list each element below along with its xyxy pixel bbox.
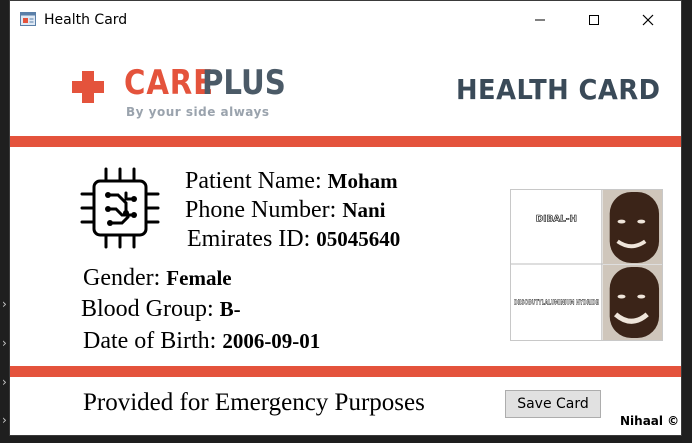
edge-chevron: › bbox=[2, 413, 7, 427]
gender-field: Gender: Female bbox=[83, 265, 232, 292]
gender-label: Gender: bbox=[83, 265, 161, 291]
emirates-id-label: Emirates ID: bbox=[187, 226, 311, 252]
date-of-birth-field: Date of Birth: 2006-09-01 bbox=[83, 328, 320, 355]
patient-photo: DIBAL-H DIISOBUTYLALUMINIUM HYDRIDE bbox=[510, 189, 663, 341]
date-of-birth-value: 2006-09-01 bbox=[222, 329, 321, 353]
emirates-id-value: 05045640 bbox=[316, 227, 401, 251]
blood-group-value: B- bbox=[219, 297, 241, 321]
accent-divider-bottom bbox=[10, 366, 681, 377]
maximize-button[interactable] bbox=[571, 1, 617, 39]
patient-name-value: Moham bbox=[327, 169, 398, 193]
minimize-icon bbox=[535, 19, 545, 21]
logo-plus-text: PLUS bbox=[202, 63, 286, 103]
medical-cross-icon bbox=[72, 71, 104, 103]
minimize-button[interactable] bbox=[517, 1, 563, 39]
close-icon bbox=[642, 14, 654, 26]
save-card-button[interactable]: Save Card bbox=[505, 390, 601, 418]
author-credit: Nihaal © bbox=[620, 414, 680, 428]
phone-number-label: Phone Number: bbox=[185, 197, 337, 223]
person-face-bottom bbox=[609, 266, 660, 339]
card-header: CARE PLUS By your side always HEALTH CAR… bbox=[10, 39, 681, 135]
close-button[interactable] bbox=[625, 1, 671, 39]
maximize-icon bbox=[589, 15, 599, 25]
desktop-background-right bbox=[682, 0, 692, 443]
date-of-birth-label: Date of Birth: bbox=[83, 328, 217, 354]
logo-care-text: CARE bbox=[124, 63, 215, 103]
edge-chevron: › bbox=[2, 336, 7, 350]
logo-tagline: By your side always bbox=[126, 105, 270, 119]
person-face-top bbox=[609, 191, 660, 264]
patient-name-field: Patient Name: Moham bbox=[185, 168, 398, 195]
photo-caption-top: DIBAL-H bbox=[536, 215, 577, 225]
patient-name-label: Patient Name: bbox=[185, 168, 322, 194]
photo-caption-bottom: DIISOBUTYLALUMINIUM HYDRIDE bbox=[514, 298, 599, 306]
window-title: Health Card bbox=[44, 12, 128, 28]
title-bar[interactable]: Health Card bbox=[10, 1, 681, 39]
edge-chevron: › bbox=[2, 375, 7, 389]
accent-divider-top bbox=[10, 136, 681, 147]
card-title: HEALTH CARD bbox=[456, 73, 661, 106]
phone-number-field: Phone Number: Nani bbox=[185, 197, 386, 224]
chip-icon bbox=[80, 167, 160, 249]
phone-number-value: Nani bbox=[342, 198, 386, 222]
edge-chevron: › bbox=[2, 297, 7, 311]
app-icon bbox=[20, 12, 36, 26]
emergency-notice: Provided for Emergency Purposes bbox=[83, 389, 425, 416]
blood-group-label: Blood Group: bbox=[81, 296, 214, 322]
emirates-id-field: Emirates ID: 05045640 bbox=[187, 226, 400, 253]
gender-value: Female bbox=[166, 266, 232, 290]
blood-group-field: Blood Group: B- bbox=[81, 296, 241, 323]
health-card-window: Health Card CARE PLUS By your side alway… bbox=[9, 0, 682, 436]
